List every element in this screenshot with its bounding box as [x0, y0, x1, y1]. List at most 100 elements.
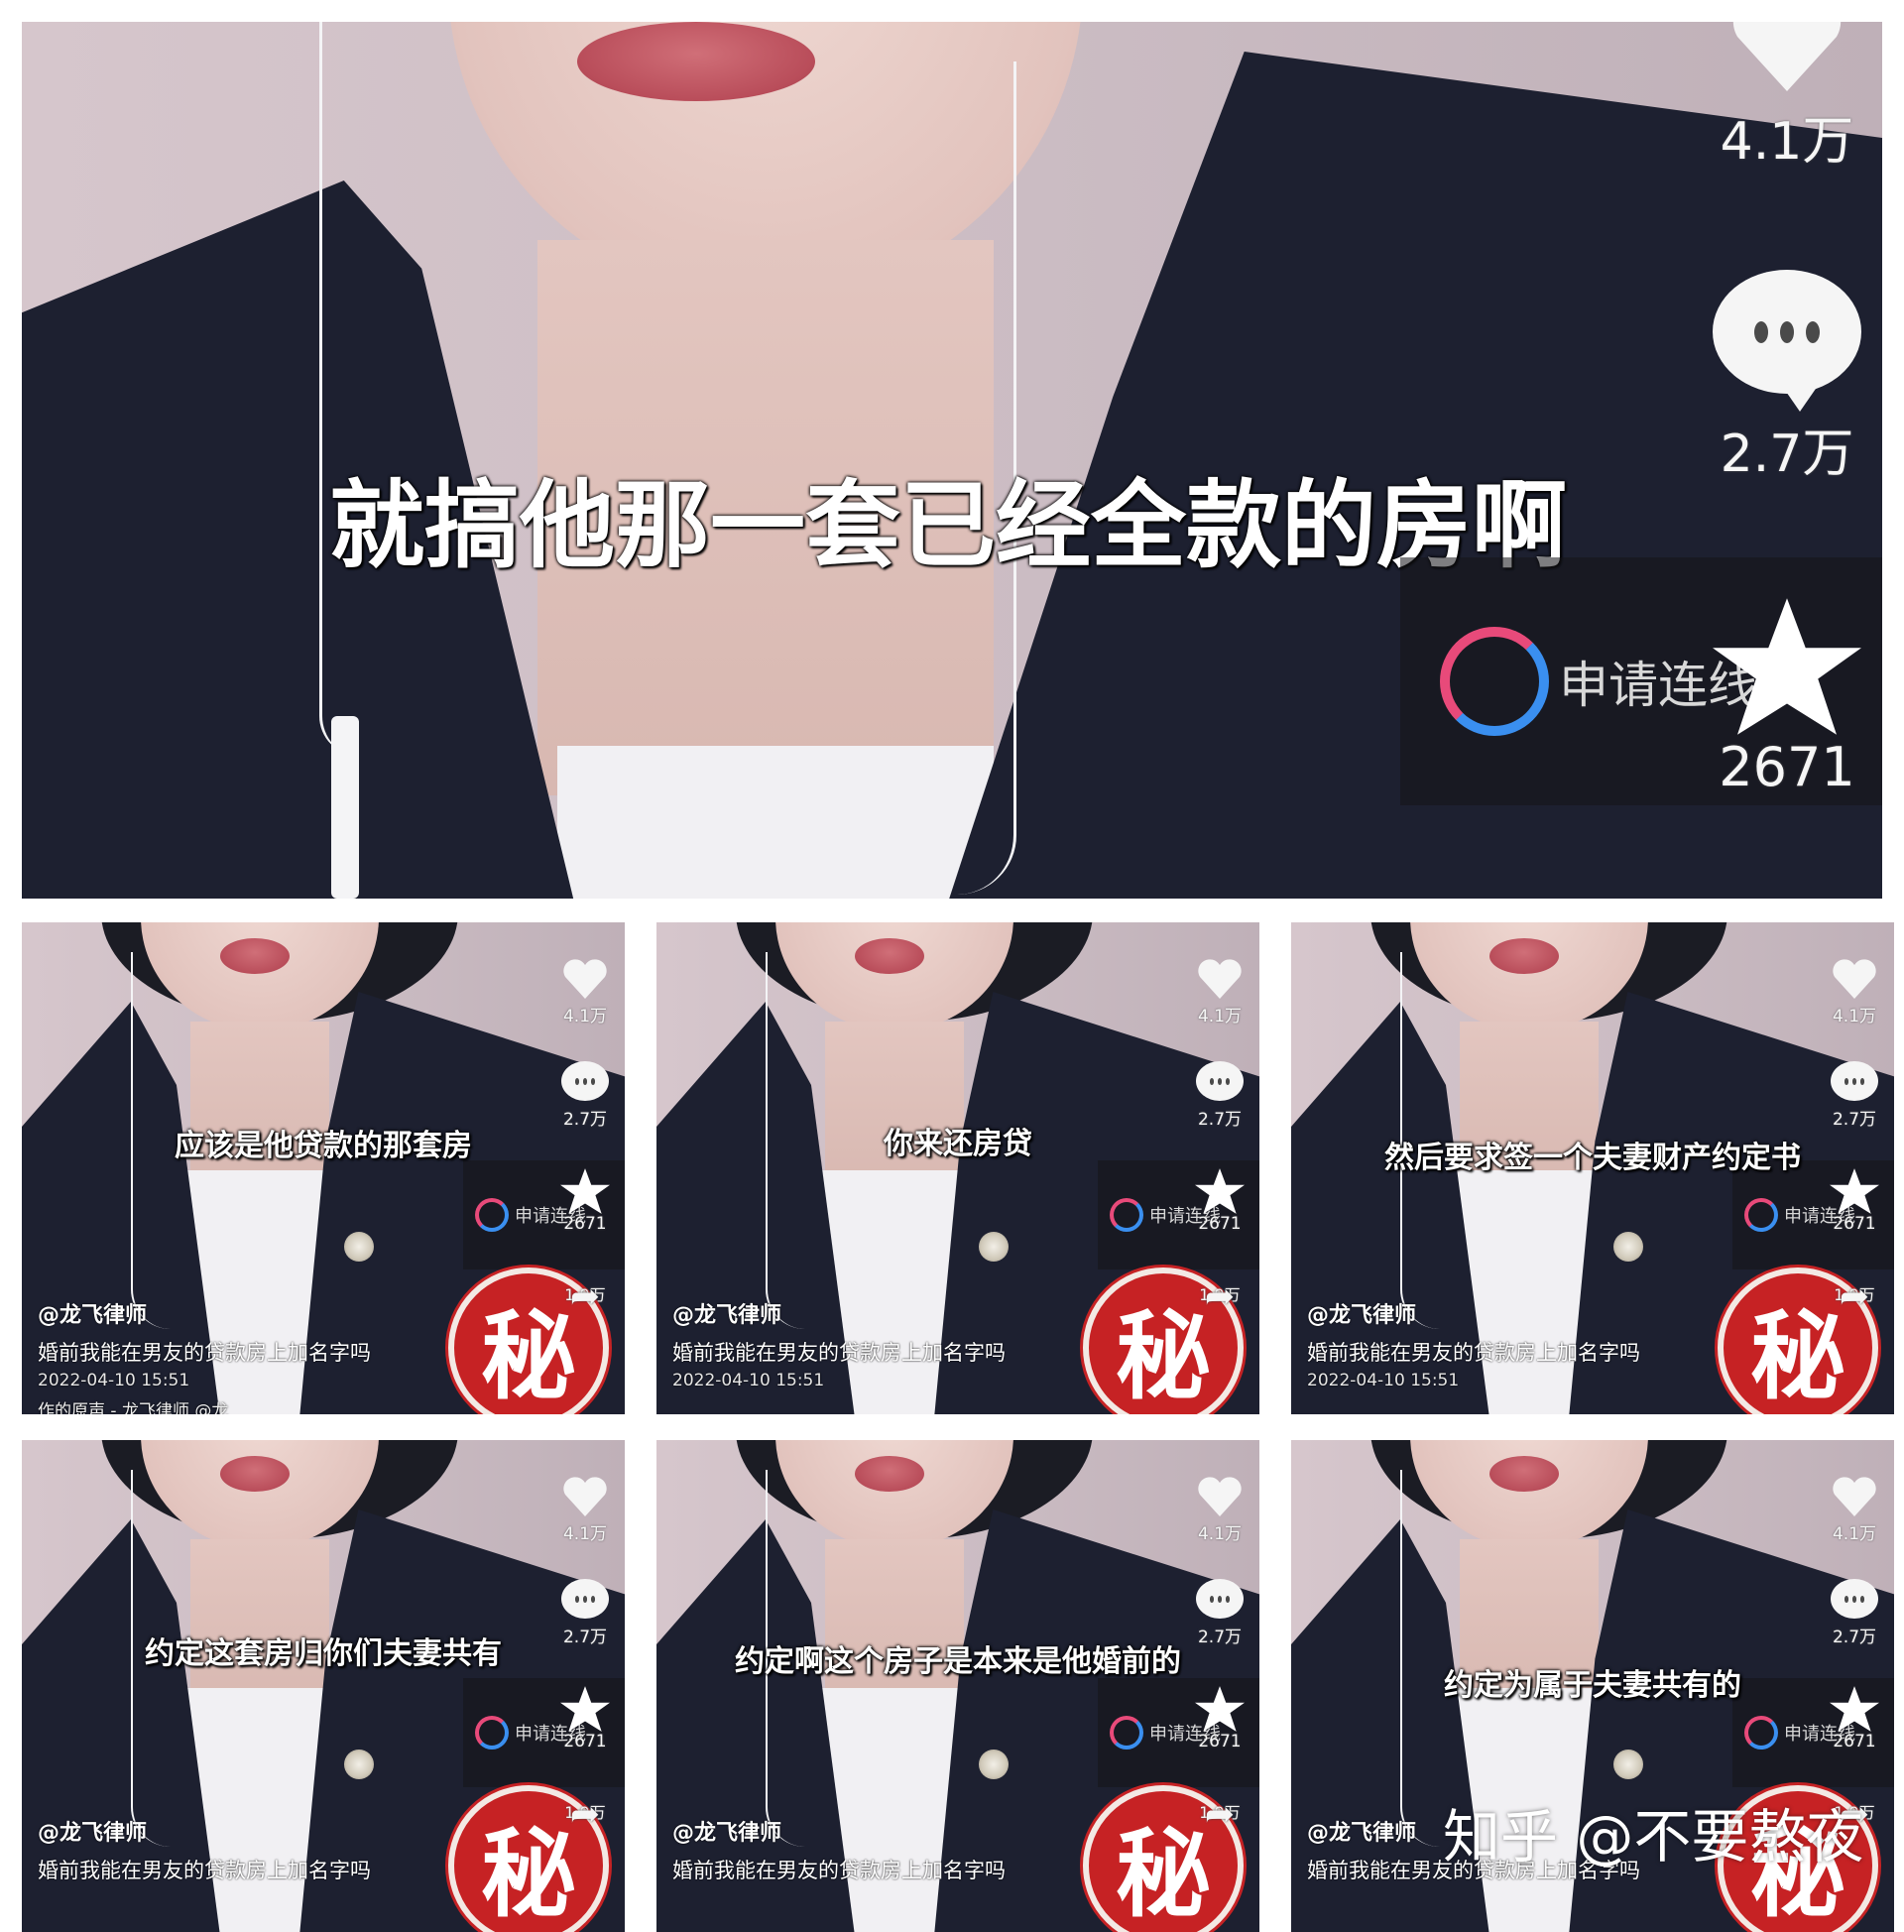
video-thumbnail-3[interactable]: 申请连线 4.1万 2.7万 2671 秘 ➦ 1.9万: [1291, 922, 1894, 1414]
favorite-control[interactable]: 2671: [555, 1168, 615, 1234]
video-thumbnail-1[interactable]: 申请连线 4.1万 2.7万 2671 秘 ➦ 1.9万: [22, 922, 625, 1414]
heart-icon: [1196, 958, 1244, 1000]
comment-icon: [1196, 1579, 1244, 1619]
heart-icon: [1831, 1476, 1878, 1517]
comment-count: 2.7万: [1833, 1105, 1876, 1130]
comment-count: 2.7万: [1721, 412, 1854, 486]
like-count: 4.1万: [1198, 1002, 1242, 1026]
video-description: 婚前我能在男友的贷款房上加名字吗: [1307, 1337, 1640, 1367]
favorite-control[interactable]: 2671: [1825, 1168, 1884, 1234]
subtitle-caption: 应该是他贷款的那套房: [22, 1121, 625, 1164]
share-arrow-icon: ➦: [570, 1797, 600, 1833]
post-date: 2022-04-10 15:51: [1307, 1371, 1459, 1390]
video-description: 婚前我能在男友的贷款房上加名字吗: [672, 1855, 1006, 1884]
heart-icon: [1196, 1476, 1244, 1517]
share-control[interactable]: ➦ 1.9万: [555, 1279, 615, 1305]
author-handle[interactable]: @龙飞律师: [1307, 1815, 1416, 1847]
star-icon: [1195, 1168, 1245, 1214]
like-count: 4.1万: [1198, 1519, 1242, 1544]
star-icon: [1195, 1686, 1245, 1732]
video-thumbnail-2[interactable]: 申请连线 4.1万 2.7万 2671 秘 ➦ 1.9万: [656, 922, 1259, 1414]
lapel-pin: [1613, 1232, 1643, 1262]
lapel-pin: [979, 1750, 1009, 1779]
heart-icon: [1727, 22, 1846, 91]
presenter-neck: [825, 1539, 964, 1708]
post-date: 2022-04-10 15:51: [672, 1371, 824, 1390]
favorite-control[interactable]: 2671: [1688, 597, 1882, 798]
subtitle-caption: 约定这套房归你们夫妻共有: [22, 1629, 625, 1672]
like-count: 4.1万: [1721, 99, 1854, 174]
presenter-lips: [855, 1456, 924, 1492]
post-date: 2022-04-10 15:51: [38, 1371, 189, 1390]
like-control[interactable]: 4.1万: [1825, 1476, 1884, 1544]
main-video-frame[interactable]: 就搞他那一套已经全款的房啊 4.1万 2.7万 申请连线 2671: [22, 22, 1882, 899]
favorite-control[interactable]: 2671: [1190, 1168, 1250, 1234]
share-arrow-icon: ➦: [1205, 1279, 1235, 1315]
comment-control[interactable]: 2.7万: [1825, 1579, 1884, 1647]
favorite-control[interactable]: 2671: [555, 1686, 615, 1751]
comment-control[interactable]: 2.7万: [555, 1061, 615, 1130]
favorite-control[interactable]: 2671: [1190, 1686, 1250, 1751]
comment-icon: [1831, 1061, 1878, 1101]
like-control[interactable]: 4.1万: [1190, 958, 1250, 1026]
like-count: 4.1万: [1833, 1002, 1876, 1026]
author-handle[interactable]: @龙飞律师: [38, 1815, 147, 1847]
link-icon: [1744, 1716, 1778, 1750]
favorite-count: 2671: [563, 1732, 606, 1751]
share-control[interactable]: ➦ 1.9万: [1825, 1279, 1884, 1305]
presenter-lips: [855, 938, 924, 974]
share-control[interactable]: ➦ 1.9万: [1190, 1797, 1250, 1823]
subtitle-caption: 你来还房贷: [656, 1119, 1259, 1162]
comment-icon: [1196, 1061, 1244, 1101]
like-control[interactable]: 4.1万: [1825, 958, 1884, 1026]
share-control[interactable]: ➦ 1.9万: [1190, 1279, 1250, 1305]
comment-icon: [1831, 1579, 1878, 1619]
lapel-pin: [1613, 1750, 1643, 1779]
favorite-count: 2671: [1198, 1732, 1241, 1751]
favorite-count: 2671: [563, 1214, 606, 1234]
author-handle[interactable]: @龙飞律师: [672, 1815, 781, 1847]
comment-control[interactable]: 2.7万: [1688, 270, 1882, 486]
like-control[interactable]: 4.1万: [1688, 22, 1882, 174]
like-control[interactable]: 4.1万: [1190, 1476, 1250, 1544]
heart-icon: [561, 1476, 609, 1517]
presenter-lips: [220, 1456, 290, 1492]
comment-icon: [1713, 270, 1861, 394]
author-handle[interactable]: @龙飞律师: [672, 1297, 781, 1329]
favorite-count: 2671: [1833, 1732, 1875, 1751]
subtitle-caption: 然后要求签一个夫妻财产约定书: [1291, 1133, 1894, 1176]
comment-control[interactable]: 2.7万: [1825, 1061, 1884, 1130]
like-control[interactable]: 4.1万: [555, 958, 615, 1026]
like-count: 4.1万: [563, 1002, 607, 1026]
link-icon: [1110, 1716, 1143, 1750]
video-description: 婚前我能在男友的贷款房上加名字吗: [38, 1855, 371, 1884]
subtitle-caption: 约定啊这个房子是本来是他婚前的: [656, 1636, 1259, 1680]
music-credit[interactable]: 作的原声 - 龙飞律师 @龙: [38, 1396, 228, 1414]
link-icon: [1744, 1198, 1778, 1232]
lapel-pin: [344, 1232, 374, 1262]
zhihu-watermark: 知乎 @不要熬夜: [1443, 1790, 1863, 1873]
link-icon: [1110, 1198, 1143, 1232]
like-control[interactable]: 4.1万: [555, 1476, 615, 1544]
author-handle[interactable]: @龙飞律师: [38, 1297, 147, 1329]
video-description: 婚前我能在男友的贷款房上加名字吗: [672, 1337, 1006, 1367]
presenter-lips: [220, 938, 290, 974]
favorite-count: 2671: [1719, 736, 1854, 798]
share-arrow-icon: ➦: [1205, 1797, 1235, 1833]
presenter-lips: [1489, 938, 1559, 974]
star-icon: [560, 1168, 610, 1214]
link-icon: [1440, 627, 1549, 736]
share-control[interactable]: ➦ 1.9万: [555, 1797, 615, 1823]
link-icon: [475, 1716, 509, 1750]
subtitle-caption: 约定为属于夫妻共有的: [1291, 1660, 1894, 1704]
heart-icon: [1831, 958, 1878, 1000]
earphone-cable: [1400, 1470, 1442, 1847]
video-thumbnail-5[interactable]: 申请连线 4.1万 2.7万 2671 秘 ➦ 1.9万: [656, 1440, 1259, 1932]
video-thumbnail-4[interactable]: 申请连线 4.1万 2.7万 2671 秘 ➦ 1.9万: [22, 1440, 625, 1932]
favorite-count: 2671: [1198, 1214, 1241, 1234]
author-handle[interactable]: @龙飞律师: [1307, 1297, 1416, 1329]
like-count: 4.1万: [563, 1519, 607, 1544]
lapel-pin: [344, 1750, 374, 1779]
link-icon: [475, 1198, 509, 1232]
subtitle-caption: 就搞他那一套已经全款的房啊: [329, 448, 1567, 586]
